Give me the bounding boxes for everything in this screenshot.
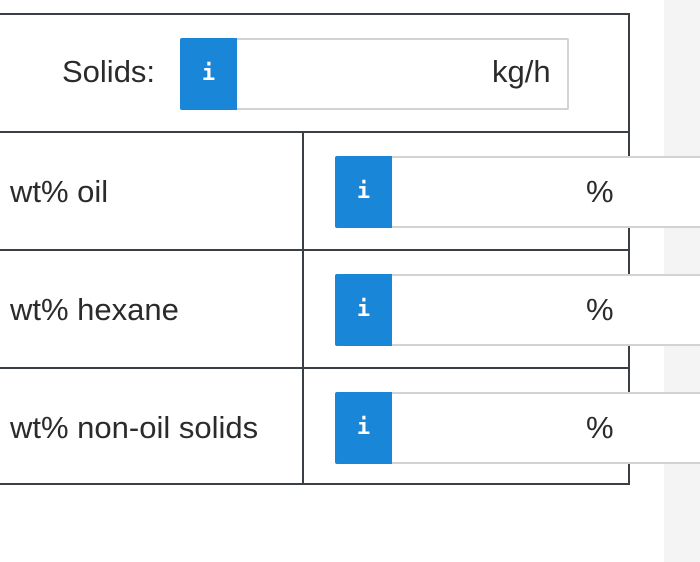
oil-input-group: i <box>335 156 700 228</box>
column-divider <box>302 369 304 483</box>
info-icon: i <box>356 415 371 440</box>
column-divider <box>302 251 304 367</box>
non-oil-solids-input[interactable] <box>392 392 700 464</box>
solids-label: Solids: <box>62 54 156 89</box>
hexane-unit: % <box>586 292 614 327</box>
hexane-row: wt% hexane i % <box>0 251 700 369</box>
solids-input-group: i <box>180 38 569 110</box>
flow-table: Solids: i kg/h wt% oil i % wt% hexane i … <box>0 13 700 485</box>
info-icon: i <box>201 61 216 86</box>
solids-row: Solids: i kg/h <box>0 15 628 133</box>
oil-label: wt% oil <box>10 174 109 209</box>
oil-unit: % <box>586 174 614 209</box>
oil-input[interactable] <box>392 156 700 228</box>
solids-info-button[interactable]: i <box>180 38 237 110</box>
info-icon: i <box>356 179 371 204</box>
hexane-input-group: i <box>335 274 700 346</box>
non-oil-solids-row: wt% non-oil solids i % <box>0 369 700 483</box>
hexane-input[interactable] <box>392 274 700 346</box>
hexane-label: wt% hexane <box>10 292 179 327</box>
oil-info-button[interactable]: i <box>335 156 392 228</box>
column-divider <box>302 133 304 249</box>
info-icon: i <box>356 297 371 322</box>
non-oil-solids-info-button[interactable]: i <box>335 392 392 464</box>
non-oil-solids-label: wt% non-oil solids <box>10 410 259 445</box>
oil-row: wt% oil i % <box>0 133 700 251</box>
page: Solids: i kg/h wt% oil i % wt% hexane i … <box>0 0 700 562</box>
hexane-info-button[interactable]: i <box>335 274 392 346</box>
solids-unit: kg/h <box>492 54 551 89</box>
non-oil-solids-unit: % <box>586 410 614 445</box>
non-oil-solids-input-group: i <box>335 392 700 464</box>
